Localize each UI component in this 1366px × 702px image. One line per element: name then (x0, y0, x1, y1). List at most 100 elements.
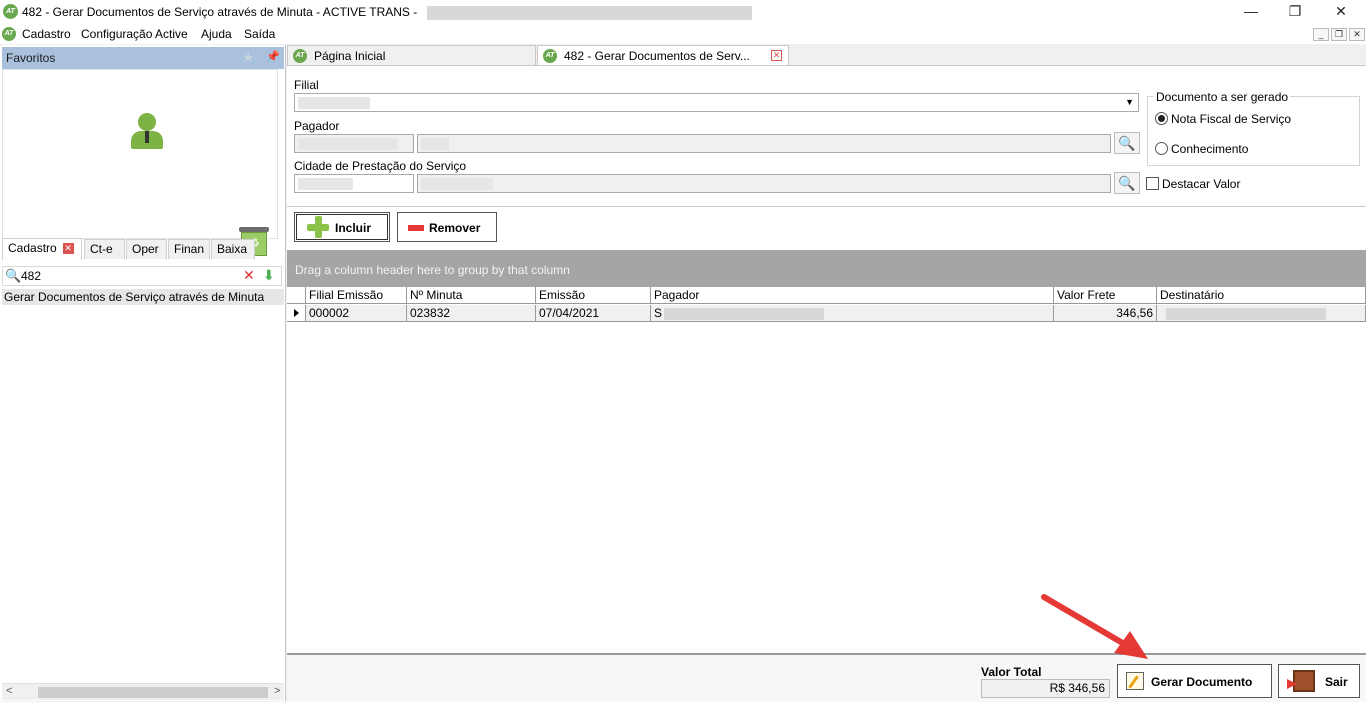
search-icon: 🔍 (5, 268, 22, 283)
cell-emissao[interactable]: 07/04/2021 (536, 305, 651, 322)
pagador-name-field[interactable] (417, 134, 1111, 153)
tab-pagina-inicial-label: Página Inicial (314, 49, 386, 63)
left-tab-cte[interactable]: Ct-e (84, 239, 125, 259)
redacted-pagador (664, 307, 825, 320)
clear-search-icon[interactable]: ✕ (243, 267, 255, 284)
pagador-code-field[interactable] (294, 134, 414, 153)
col-emissao[interactable]: Emissão (536, 287, 651, 304)
chevron-down-icon[interactable]: ▼ (1125, 94, 1134, 111)
window-title-text: 482 - Gerar Documentos de Serviço atravé… (22, 5, 418, 19)
tab-pagina-inicial[interactable]: AT Página Inicial (287, 45, 536, 65)
sair-label: Sair (1325, 675, 1348, 689)
favorites-title: Favoritos (6, 51, 56, 65)
close-tab-icon[interactable]: ✕ (62, 243, 74, 255)
maximize-button[interactable]: ❐ (1272, 0, 1318, 24)
redacted-cidade-name (421, 177, 493, 190)
remover-button[interactable]: Remover (397, 212, 497, 242)
row-indicator-icon[interactable] (287, 305, 306, 322)
tab-logo-icon: AT (293, 49, 307, 63)
redacted-cidade-code (298, 177, 353, 190)
cidade-code-field[interactable] (294, 174, 414, 193)
edit-document-icon (1126, 672, 1144, 690)
group-by-area[interactable]: Drag a column header here to group by th… (287, 250, 1366, 287)
documento-group: Documento a ser gerado Nota Fiscal de Se… (1147, 90, 1360, 166)
destacar-valor-label[interactable]: Destacar Valor (1162, 177, 1240, 191)
scroll-thumb[interactable] (38, 687, 268, 698)
cell-valor-frete[interactable]: 346,56 (1054, 305, 1157, 322)
radio-nota-fiscal[interactable] (1155, 112, 1168, 125)
col-numero-minuta[interactable]: Nº Minuta (407, 287, 536, 304)
left-tab-cadastro-label: Cadastro (8, 241, 57, 255)
col-valor-frete[interactable]: Valor Frete (1054, 287, 1157, 304)
mdi-close-icon[interactable]: ✕ (1349, 28, 1365, 41)
radio-conhecimento-label[interactable]: Conhecimento (1171, 142, 1248, 156)
footer-bar: Valor Total R$ 346,56 Gerar Documento Sa… (287, 653, 1366, 702)
main-content: Filial ▼ Pagador 🔍 Cidade de Prestação d… (287, 65, 1366, 702)
search-result-item[interactable]: Gerar Documentos de Serviço através de M… (2, 289, 284, 305)
user-icon (131, 113, 163, 153)
pin-icon[interactable]: 📌 (266, 50, 280, 63)
menu-bar: AT Cadastro Configuração Active Ajuda Sa… (0, 24, 1366, 44)
cell-numero-minuta[interactable]: 023832 (407, 305, 536, 322)
documento-group-label: Documento a ser gerado (1154, 90, 1291, 104)
minus-icon (408, 225, 424, 231)
pagador-label: Pagador (294, 119, 340, 133)
favorites-body (2, 69, 278, 239)
tab-gerar-documentos[interactable]: AT 482 - Gerar Documentos de Serv... ✕ (537, 45, 789, 65)
cidade-name-field[interactable] (417, 174, 1111, 193)
cidade-search-icon[interactable]: 🔍 (1114, 172, 1140, 194)
tab-gerar-documentos-label: 482 - Gerar Documentos de Serv... (564, 49, 750, 63)
sair-button[interactable]: Sair (1278, 664, 1360, 698)
pagador-search-icon[interactable]: 🔍 (1114, 132, 1140, 154)
redacted-destinatario (1166, 307, 1326, 320)
incluir-label: Incluir (335, 221, 372, 235)
cidade-label: Cidade de Prestação do Serviço (294, 159, 467, 173)
scroll-right-icon[interactable]: > (274, 685, 280, 697)
horizontal-scrollbar[interactable]: < > (2, 683, 284, 700)
scroll-left-icon[interactable]: < (6, 685, 12, 697)
window-title: 482 - Gerar Documentos de Serviço atravé… (22, 5, 752, 20)
col-filial-emissao[interactable]: Filial Emissão (306, 287, 407, 304)
cell-filial-emissao[interactable]: 000002 (306, 305, 407, 322)
go-arrow-icon[interactable]: ⬇ (263, 267, 275, 284)
cell-pagador-text: S (654, 306, 663, 320)
gerar-documento-label: Gerar Documento (1151, 675, 1253, 689)
left-panel: Favoritos ★ 📌 Cadastro ✕ Ct-e Oper Finan … (0, 45, 286, 701)
star-icon[interactable]: ★ (242, 49, 255, 66)
col-pagador[interactable]: Pagador (651, 287, 1054, 304)
left-tab-baixa[interactable]: Baixa (211, 239, 255, 259)
close-tab-icon[interactable]: ✕ (771, 50, 782, 61)
grid-corner (287, 287, 306, 304)
mdi-restore-icon[interactable]: ❐ (1331, 28, 1347, 41)
filial-label: Filial (294, 78, 319, 92)
redacted-title-text (426, 5, 752, 20)
incluir-button[interactable]: Incluir (294, 212, 390, 242)
filial-select[interactable]: ▼ (294, 93, 1139, 112)
document-tabs: AT Página Inicial AT 482 - Gerar Documen… (287, 45, 1366, 65)
favorites-header: Favoritos ★ 📌 (2, 47, 284, 69)
search-input[interactable] (21, 268, 231, 284)
left-tab-finan[interactable]: Finan (168, 239, 210, 259)
destacar-valor-checkbox[interactable] (1146, 177, 1159, 190)
menu-search: 🔍 ✕ ⬇ (2, 266, 282, 286)
radio-conhecimento[interactable] (1155, 142, 1168, 155)
mdi-minimize-icon[interactable]: _ (1313, 28, 1329, 41)
menu-ajuda[interactable]: Ajuda (201, 27, 232, 41)
cell-pagador[interactable]: S (651, 305, 1054, 322)
menu-configuracao[interactable]: Configuração Active (81, 27, 188, 41)
col-destinatario[interactable]: Destinatário (1157, 287, 1366, 304)
menu-cadastro[interactable]: Cadastro (22, 27, 71, 41)
close-button[interactable]: ✕ (1318, 0, 1364, 24)
left-tab-oper[interactable]: Oper (126, 239, 167, 259)
cell-destinatario[interactable] (1157, 305, 1366, 322)
menu-saida[interactable]: Saída (244, 27, 275, 41)
minimize-button[interactable]: — (1228, 0, 1274, 24)
gerar-documento-button[interactable]: Gerar Documento (1117, 664, 1272, 698)
title-bar: AT 482 - Gerar Documentos de Serviço atr… (0, 0, 1366, 24)
valor-total-field: R$ 346,56 (981, 679, 1110, 698)
exit-door-icon (1287, 670, 1315, 692)
left-tab-cadastro[interactable]: Cadastro ✕ (2, 238, 82, 260)
radio-nota-fiscal-label[interactable]: Nota Fiscal de Serviço (1171, 112, 1291, 126)
left-tabs: Cadastro ✕ Ct-e Oper Finan Baixa (2, 238, 284, 260)
menu-logo-icon: AT (2, 27, 16, 41)
